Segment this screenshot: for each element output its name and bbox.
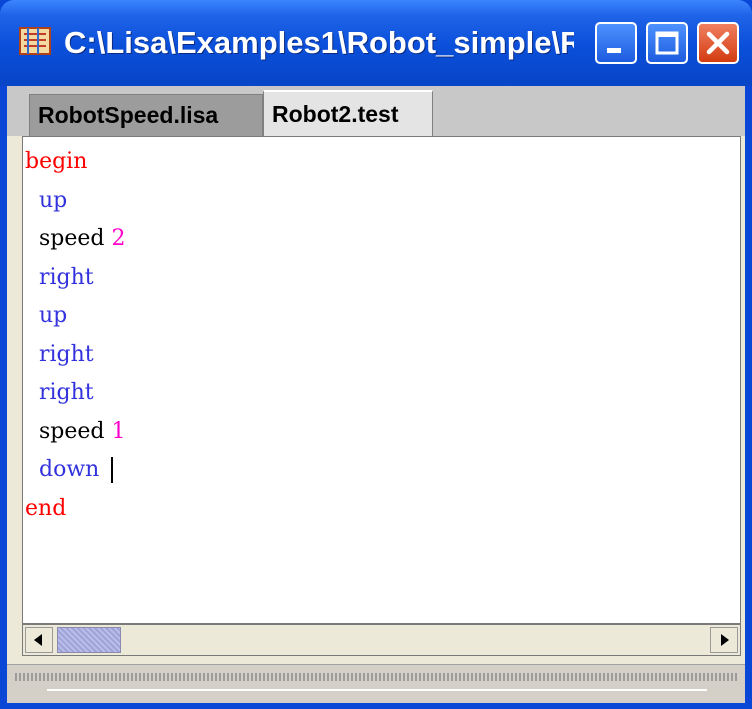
- code-line: end: [25, 490, 126, 529]
- code-line: up: [25, 182, 126, 221]
- close-button[interactable]: [697, 22, 739, 64]
- maximize-button[interactable]: [646, 22, 688, 64]
- arrow-right-icon: [721, 634, 729, 646]
- resize-grip[interactable]: [15, 673, 737, 681]
- window-title: C:\Lisa\Examples1\Robot_simple\R...: [64, 25, 574, 60]
- minimize-button[interactable]: [595, 22, 637, 64]
- tab-robot2-test[interactable]: Robot2.test: [263, 90, 433, 136]
- code-keyword: up: [39, 303, 68, 328]
- scrollbar-thumb[interactable]: [57, 627, 121, 653]
- code-keyword: begin: [25, 149, 88, 174]
- code-line: speed 2: [25, 220, 126, 259]
- text-caret: [111, 457, 114, 483]
- code-line: right: [25, 374, 126, 413]
- horizontal-scrollbar[interactable]: [22, 624, 741, 656]
- close-icon: [706, 31, 730, 55]
- title-bar[interactable]: C:\Lisa\Examples1\Robot_simple\R...: [0, 0, 752, 86]
- code-keyword: down: [39, 457, 100, 482]
- scroll-left-button[interactable]: [25, 627, 53, 653]
- code-line: down: [25, 451, 126, 490]
- code-keyword: speed: [39, 418, 105, 444]
- code-keyword: right: [39, 380, 94, 405]
- minimize-icon: [607, 48, 621, 53]
- app-icon[interactable]: [16, 22, 54, 60]
- code-line: up: [25, 297, 126, 336]
- maximize-icon: [655, 31, 679, 55]
- window-content: RobotSpeed.lisa Robot2.test begin up spe…: [7, 86, 745, 703]
- code-keyword: right: [39, 264, 94, 290]
- code-editor[interactable]: begin up speed 2 right up right right sp…: [22, 136, 741, 624]
- status-bar: [7, 664, 745, 703]
- code-keyword: up: [39, 187, 68, 213]
- tab-strip: RobotSpeed.lisa Robot2.test: [7, 86, 745, 136]
- code-line: right: [25, 259, 126, 298]
- code-number: 2: [111, 226, 126, 251]
- code-text: begin up speed 2 right up right right sp…: [25, 143, 126, 528]
- code-keyword: speed: [39, 226, 105, 251]
- code-line: speed 1: [25, 413, 126, 452]
- application-window: C:\Lisa\Examples1\Robot_simple\R... Robo…: [0, 0, 752, 709]
- status-divider: [47, 689, 707, 691]
- arrow-left-icon: [34, 634, 42, 646]
- code-keyword: end: [25, 495, 67, 521]
- scroll-right-button[interactable]: [710, 627, 738, 653]
- code-line: begin: [25, 143, 126, 182]
- tab-robotspeed-lisa[interactable]: RobotSpeed.lisa: [29, 94, 263, 136]
- code-line: right: [25, 336, 126, 375]
- code-keyword: right: [39, 341, 94, 367]
- code-number: 1: [111, 418, 126, 444]
